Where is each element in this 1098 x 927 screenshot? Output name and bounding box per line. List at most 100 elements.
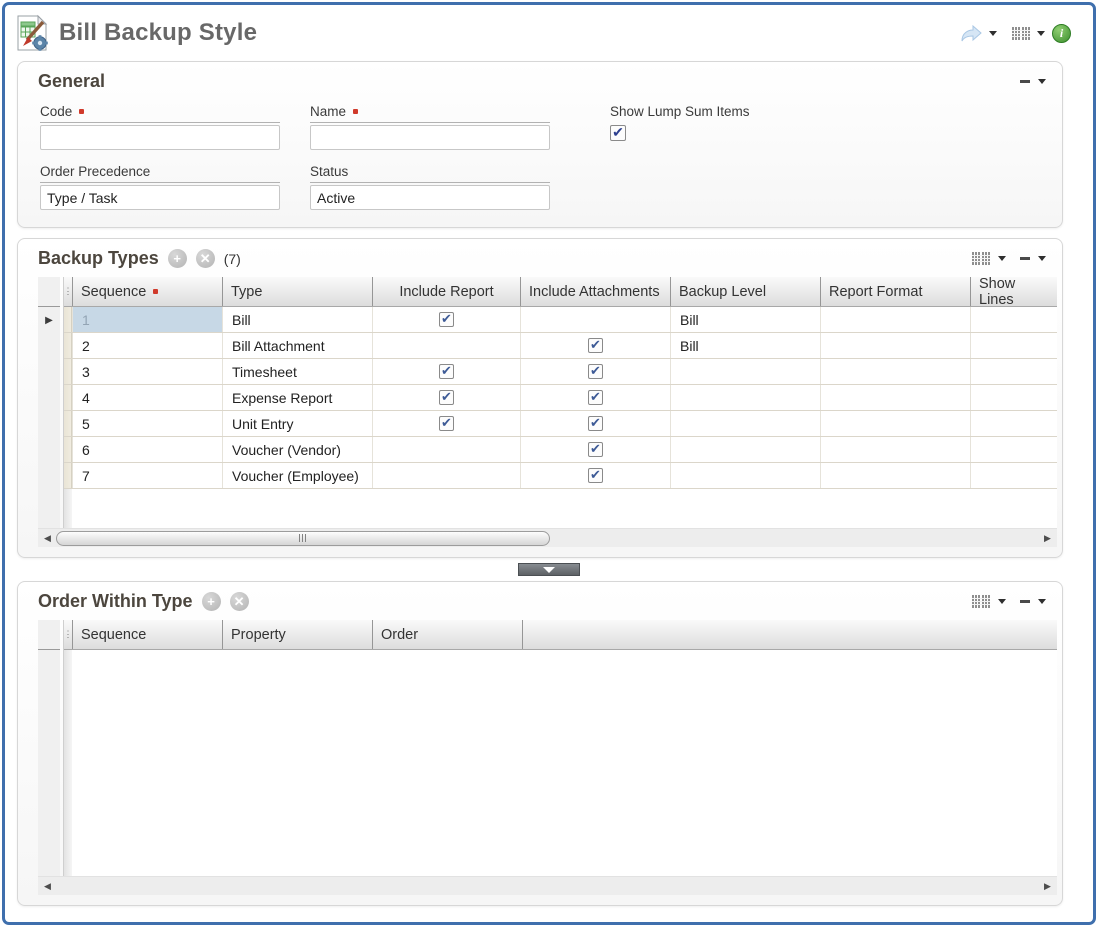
cell-sequence[interactable]: 5 xyxy=(72,411,222,436)
scroll-right-icon[interactable]: ▶ xyxy=(1041,534,1054,543)
status-field[interactable] xyxy=(310,185,550,210)
row-handle[interactable] xyxy=(64,359,72,384)
column-options-dropdown-icon[interactable] xyxy=(998,256,1006,261)
table-row[interactable]: 5Unit Entry xyxy=(64,411,1057,437)
name-field[interactable] xyxy=(310,125,550,150)
column-header-include-report[interactable]: Include Report xyxy=(372,277,520,306)
row-handle[interactable] xyxy=(64,333,72,358)
cell-sequence[interactable]: 2 xyxy=(72,333,222,358)
row-handle[interactable] xyxy=(64,437,72,462)
cell-type[interactable]: Expense Report xyxy=(222,385,372,410)
cell-include-report[interactable] xyxy=(372,307,520,332)
cell-include-attachments[interactable] xyxy=(520,385,670,410)
cell-report-format[interactable] xyxy=(820,463,970,488)
cell-include-attachments[interactable] xyxy=(520,411,670,436)
column-header-sequence[interactable]: Sequence xyxy=(72,277,222,306)
cell-include-attachments[interactable] xyxy=(520,359,670,384)
include-attachments-checkbox[interactable] xyxy=(588,338,603,353)
row-handle[interactable] xyxy=(64,307,72,332)
add-row-icon[interactable]: + xyxy=(202,592,221,611)
cell-report-format[interactable] xyxy=(820,333,970,358)
include-attachments-checkbox[interactable] xyxy=(588,468,603,483)
cell-type[interactable]: Bill Attachment xyxy=(222,333,372,358)
scroll-right-icon[interactable]: ▶ xyxy=(1041,882,1054,891)
table-row[interactable]: 7Voucher (Employee) xyxy=(64,463,1057,489)
include-report-checkbox[interactable] xyxy=(439,312,454,327)
cell-include-report[interactable] xyxy=(372,385,520,410)
cell-type[interactable]: Voucher (Employee) xyxy=(222,463,372,488)
collapse-panel-icon[interactable] xyxy=(1020,257,1030,260)
column-header-backup-level[interactable]: Backup Level xyxy=(670,277,820,306)
splitter-collapse-button[interactable] xyxy=(518,563,580,576)
column-options-dropdown-icon[interactable] xyxy=(998,599,1006,604)
show-lump-sum-checkbox[interactable] xyxy=(610,125,626,141)
include-report-checkbox[interactable] xyxy=(439,390,454,405)
row-selector-gutter[interactable]: ▶ xyxy=(38,277,60,528)
cell-include-report[interactable] xyxy=(372,333,520,358)
cell-backup-level[interactable] xyxy=(670,359,820,384)
include-attachments-checkbox[interactable] xyxy=(588,416,603,431)
cell-sequence[interactable]: 1 xyxy=(72,307,222,332)
cell-show-lines[interactable] xyxy=(970,359,1057,384)
cell-backup-level[interactable] xyxy=(670,437,820,462)
scrollbar-thumb[interactable] xyxy=(56,531,550,546)
cell-type[interactable]: Timesheet xyxy=(222,359,372,384)
include-report-checkbox[interactable] xyxy=(439,416,454,431)
cell-include-report[interactable] xyxy=(372,359,520,384)
cell-backup-level[interactable]: Bill xyxy=(670,307,820,332)
panel-menu-icon[interactable] xyxy=(1038,256,1046,261)
include-attachments-checkbox[interactable] xyxy=(588,390,603,405)
column-header-order[interactable]: Order xyxy=(372,620,522,649)
column-header-property[interactable]: Property xyxy=(222,620,372,649)
include-report-checkbox[interactable] xyxy=(439,364,454,379)
row-handle[interactable] xyxy=(64,411,72,436)
cell-include-report[interactable] xyxy=(372,411,520,436)
column-header-include-attachments[interactable]: Include Attachments xyxy=(520,277,670,306)
code-field[interactable] xyxy=(40,125,280,150)
table-row[interactable]: 6Voucher (Vendor) xyxy=(64,437,1057,463)
scroll-left-icon[interactable]: ◀ xyxy=(41,534,54,543)
cell-report-format[interactable] xyxy=(820,385,970,410)
collapse-panel-icon[interactable] xyxy=(1020,80,1030,83)
cell-sequence[interactable]: 7 xyxy=(72,463,222,488)
cell-sequence[interactable]: 3 xyxy=(72,359,222,384)
column-header-sequence[interactable]: Sequence xyxy=(72,620,222,649)
delete-row-icon[interactable]: ✕ xyxy=(196,249,215,268)
cell-report-format[interactable] xyxy=(820,411,970,436)
table-row[interactable]: 2Bill Attachment Bill xyxy=(64,333,1057,359)
cell-include-attachments[interactable] xyxy=(520,437,670,462)
cell-include-attachments[interactable] xyxy=(520,307,670,332)
table-row[interactable]: 1BillBill xyxy=(64,307,1057,333)
cell-report-format[interactable] xyxy=(820,307,970,332)
cell-include-attachments[interactable] xyxy=(520,463,670,488)
cell-backup-level[interactable]: Bill xyxy=(670,333,820,358)
cell-show-lines[interactable] xyxy=(970,333,1057,358)
cell-type[interactable]: Voucher (Vendor) xyxy=(222,437,372,462)
cell-include-report[interactable] xyxy=(372,437,520,462)
cell-show-lines[interactable] xyxy=(970,307,1057,332)
column-header-show-lines[interactable]: Show Lines xyxy=(970,277,1057,306)
panel-menu-icon[interactable] xyxy=(1038,79,1046,84)
add-row-icon[interactable]: + xyxy=(168,249,187,268)
table-row[interactable]: 4Expense Report xyxy=(64,385,1057,411)
cell-type[interactable]: Bill xyxy=(222,307,372,332)
column-options-icon[interactable] xyxy=(1012,27,1030,40)
cell-type[interactable]: Unit Entry xyxy=(222,411,372,436)
cell-backup-level[interactable] xyxy=(670,411,820,436)
info-icon[interactable]: i xyxy=(1052,24,1071,43)
row-handle[interactable] xyxy=(64,385,72,410)
cell-show-lines[interactable] xyxy=(970,463,1057,488)
navigate-dropdown-icon[interactable] xyxy=(989,31,997,36)
cell-sequence[interactable]: 6 xyxy=(72,437,222,462)
cell-show-lines[interactable] xyxy=(970,437,1057,462)
cell-report-format[interactable] xyxy=(820,437,970,462)
row-selector-gutter[interactable] xyxy=(38,620,60,876)
cell-report-format[interactable] xyxy=(820,359,970,384)
include-attachments-checkbox[interactable] xyxy=(588,364,603,379)
navigate-arrow-icon[interactable] xyxy=(960,25,982,42)
cell-sequence[interactable]: 4 xyxy=(72,385,222,410)
cell-backup-level[interactable] xyxy=(670,463,820,488)
include-attachments-checkbox[interactable] xyxy=(588,442,603,457)
horizontal-scrollbar[interactable]: ◀ ▶ xyxy=(38,528,1057,547)
cell-show-lines[interactable] xyxy=(970,411,1057,436)
